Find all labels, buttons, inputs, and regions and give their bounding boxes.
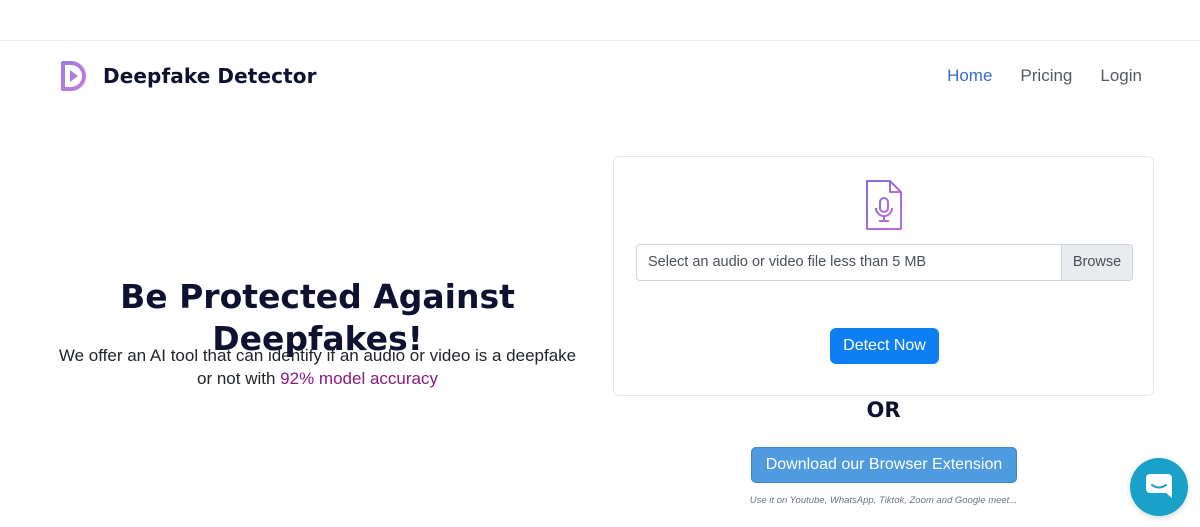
nav-home[interactable]: Home bbox=[947, 66, 992, 86]
browse-button[interactable]: Browse bbox=[1061, 245, 1132, 280]
hero-subtitle: We offer an AI tool that can identify if… bbox=[55, 344, 580, 390]
nav-pricing[interactable]: Pricing bbox=[1020, 66, 1072, 86]
brand[interactable]: Deepfake Detector bbox=[60, 60, 317, 92]
brand-name: Deepfake Detector bbox=[103, 64, 317, 88]
chat-widget-button[interactable] bbox=[1130, 458, 1188, 516]
chat-bubble-icon bbox=[1146, 474, 1172, 498]
file-input[interactable]: Select an audio or video file less than … bbox=[636, 244, 1133, 281]
extension-note: Use it on Youtube, WhatsApp, Tiktok, Zoo… bbox=[749, 495, 1018, 506]
download-extension-button[interactable]: Download our Browser Extension bbox=[751, 447, 1017, 483]
header-divider bbox=[0, 40, 1200, 41]
nav-login[interactable]: Login bbox=[1100, 66, 1142, 86]
accuracy-highlight: 92% model accuracy bbox=[280, 369, 438, 388]
or-divider: OR bbox=[866, 398, 901, 422]
upload-card: Select an audio or video file less than … bbox=[613, 156, 1154, 396]
audio-file-icon bbox=[866, 180, 902, 230]
detect-now-button[interactable]: Detect Now bbox=[830, 328, 939, 364]
play-d-logo-icon bbox=[61, 61, 86, 91]
file-input-placeholder: Select an audio or video file less than … bbox=[648, 254, 927, 270]
main-nav: Home Pricing Login bbox=[919, 66, 1142, 86]
